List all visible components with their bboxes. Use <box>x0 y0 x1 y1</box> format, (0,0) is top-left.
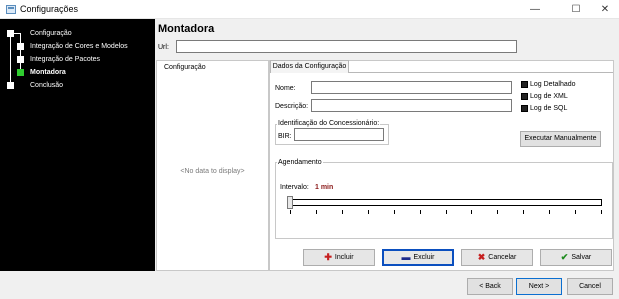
slider-tick <box>316 210 317 214</box>
cancelar-button[interactable]: ✖ Cancelar <box>461 249 533 266</box>
window-title: Configurações <box>20 4 79 14</box>
slider-tick <box>523 210 524 214</box>
back-button[interactable]: < Back <box>467 278 513 295</box>
log-xml-checkbox[interactable] <box>521 93 528 100</box>
cancel-button[interactable]: Cancel <box>567 278 613 295</box>
empty-list-message: <No data to display> <box>180 168 245 175</box>
configuration-list-header: Configuração <box>164 64 206 71</box>
descricao-label: Descrição: <box>275 103 309 110</box>
configuration-list-panel[interactable] <box>156 60 269 271</box>
slider-tick <box>342 210 343 214</box>
cancelar-label: Cancelar <box>488 254 517 261</box>
excluir-label: Excluir <box>413 254 435 261</box>
page-title: Montadora <box>158 23 215 35</box>
slider-tick <box>446 210 447 214</box>
next-button[interactable]: Next > <box>516 278 562 295</box>
log-sql-checkbox[interactable] <box>521 105 528 112</box>
slider-tick <box>368 210 369 214</box>
step-node-icon <box>17 43 24 50</box>
tree-connector-vertical <box>10 34 11 88</box>
sidebar-item-montadora[interactable]: Montadora <box>30 68 66 77</box>
plus-icon: ✚ <box>324 252 332 262</box>
slider-tick <box>420 210 421 214</box>
log-detalhado-checkbox[interactable] <box>521 81 528 88</box>
salvar-label: Salvar <box>571 254 592 261</box>
bir-input[interactable] <box>294 128 384 141</box>
sidebar-item-configuracao[interactable]: Configuração <box>30 29 72 38</box>
sidebar-item-integracao-cores[interactable]: Integração de Cores e Modelos <box>30 42 128 51</box>
minimize-icon[interactable]: — <box>521 0 549 19</box>
incluir-label: Incluir <box>334 254 354 261</box>
sidebar-item-conclusao[interactable]: Conclusão <box>30 81 63 90</box>
url-label: Url: <box>158 44 169 51</box>
sidebar-item-integracao-pacotes[interactable]: Integração de Pacotes <box>30 55 100 64</box>
intervalo-label: Intervalo: <box>280 184 309 191</box>
maximize-icon[interactable]: ☐ <box>562 0 590 19</box>
slider-tick <box>497 210 498 214</box>
minus-icon: ▬ <box>401 252 411 262</box>
checkmark-icon: ✔ <box>560 252 569 262</box>
log-sql-label: Log de SQL <box>530 105 568 112</box>
x-icon: ✖ <box>477 252 486 262</box>
tab-dados-configuracao[interactable]: Dados da Configuração <box>270 60 349 73</box>
nome-input[interactable] <box>311 81 512 94</box>
slider-tick <box>471 210 472 214</box>
url-input[interactable] <box>176 40 517 53</box>
log-detalhado-label: Log Detalhado <box>530 81 576 88</box>
close-icon[interactable]: ✕ <box>591 0 619 19</box>
descricao-input[interactable] <box>311 99 512 112</box>
slider-tick <box>575 210 576 214</box>
intervalo-slider-thumb[interactable] <box>287 196 293 209</box>
tree-connector-branch <box>20 33 21 73</box>
nome-label: Nome: <box>275 85 296 92</box>
slider-tick <box>549 210 550 214</box>
app-icon <box>6 5 16 14</box>
intervalo-value: 1 min <box>315 184 334 191</box>
concessionario-group-title: Identificação do Concessionário: <box>277 119 381 128</box>
slider-tick <box>394 210 395 214</box>
step-node-icon <box>7 30 14 37</box>
log-xml-label: Log de XML <box>530 93 568 100</box>
salvar-button[interactable]: ✔ Salvar <box>540 249 612 266</box>
intervalo-slider-track[interactable] <box>289 199 602 206</box>
excluir-button[interactable]: ▬ Excluir <box>382 249 454 266</box>
wizard-steps-sidebar: Configuração Integração de Cores e Model… <box>0 19 155 271</box>
current-step-node-icon <box>17 69 24 76</box>
incluir-button[interactable]: ✚ Incluir <box>303 249 375 266</box>
executar-manualmente-button[interactable]: Executar Manualmente <box>520 131 601 147</box>
step-node-icon <box>7 82 14 89</box>
step-node-icon <box>17 56 24 63</box>
slider-tick <box>601 210 602 214</box>
bir-label: BIR: <box>278 133 292 140</box>
slider-tick <box>290 210 291 214</box>
agendamento-group-title: Agendamento <box>277 158 323 167</box>
